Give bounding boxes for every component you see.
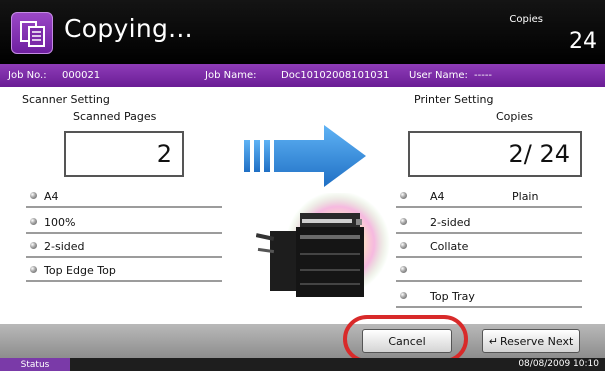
copies-value: 24 — [569, 29, 597, 54]
scanned-pages-value: 2 — [64, 131, 184, 177]
printer-copies-value: 2/ 24 — [408, 131, 582, 177]
printer-option-duplex: 2-sided — [396, 212, 582, 234]
reserve-next-label: Reserve Next — [499, 334, 574, 348]
bullet-icon — [400, 266, 407, 273]
cancel-highlight-ring — [343, 315, 468, 363]
status-bar: Status 08/08/2009 10:10 — [0, 358, 605, 371]
user-name-value: ----- — [474, 70, 493, 81]
copies-label: Copies — [509, 14, 543, 25]
bullet-icon — [30, 266, 37, 273]
job-info-bar: Job No.: 000021 Job Name: Doc10102008101… — [0, 64, 605, 87]
printer-machine-icon — [256, 193, 390, 297]
printer-option-empty — [396, 260, 582, 282]
job-name-label: Job Name: — [205, 70, 257, 81]
bullet-icon — [400, 292, 407, 299]
job-no-value: 000021 — [62, 70, 101, 81]
page-title: Copying... — [64, 14, 193, 43]
printer-copies-label: Copies — [496, 110, 533, 123]
reserve-next-button[interactable]: ↵ Reserve Next — [482, 329, 580, 353]
scanner-option-zoom: 100% — [26, 212, 222, 234]
bullet-icon — [30, 218, 37, 225]
bullet-icon — [400, 242, 407, 249]
bullet-icon — [30, 192, 37, 199]
printer-option-collate: Collate — [396, 236, 582, 258]
date-time: 08/08/2009 10:10 — [518, 359, 599, 369]
user-name-label: User Name: — [409, 70, 468, 81]
printer-option-tray: Top Tray — [396, 286, 582, 308]
header-bar: Copying... Copies 24 — [0, 0, 605, 64]
scanned-pages-label: Scanned Pages — [73, 110, 157, 123]
scanner-option-paper-size: A4 — [26, 186, 222, 208]
settings-panel: Scanner Setting Scanned Pages 2 Printer … — [0, 88, 605, 324]
bullet-icon — [30, 242, 37, 249]
scanner-option-orientation: Top Edge Top — [26, 260, 222, 282]
job-name-value: Doc10102008101031 — [281, 70, 390, 81]
bullet-icon — [400, 218, 407, 225]
flow-arrow-icon — [244, 125, 366, 187]
scanner-option-duplex: 2-sided — [26, 236, 222, 258]
bullet-icon — [400, 192, 407, 199]
bottom-action-bar: Cancel ↵ Reserve Next — [0, 324, 605, 358]
job-no-label: Job No.: — [8, 70, 47, 81]
printer-setting-title: Printer Setting — [414, 93, 494, 106]
copy-status-screen: Copying... Copies 24 Job No.: 000021 Job… — [0, 0, 605, 371]
enter-arrow-icon: ↵ — [488, 334, 498, 348]
copy-icon — [11, 12, 53, 54]
printer-option-paper: A4 Plain — [396, 186, 582, 208]
scanner-setting-title: Scanner Setting — [22, 93, 110, 106]
status-button[interactable]: Status — [0, 358, 70, 371]
